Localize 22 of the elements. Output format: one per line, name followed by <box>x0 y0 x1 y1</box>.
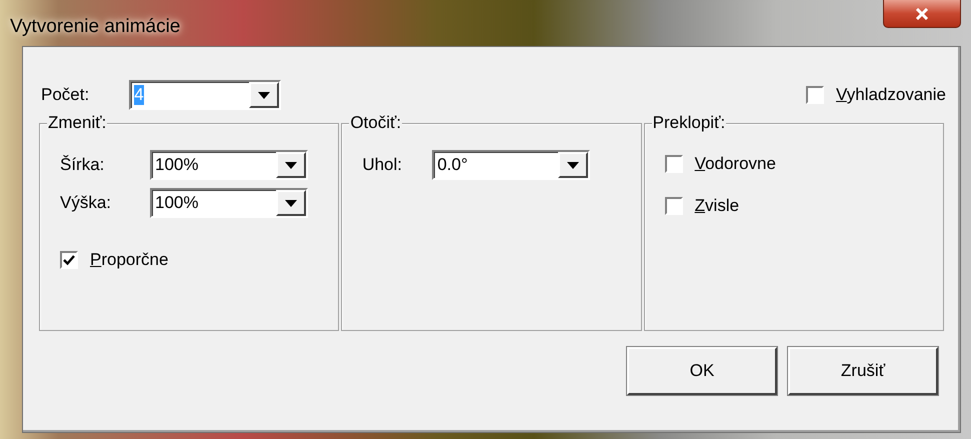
group-title: Preklopiť: <box>652 113 726 133</box>
field-label: Uhol: <box>362 155 404 175</box>
dropdown-field[interactable]: 0.0° <box>432 150 590 180</box>
dropdown-field[interactable]: 100% <box>150 150 308 180</box>
checkbox[interactable]: Proporčne <box>60 250 318 270</box>
dropdown-field[interactable]: 100% <box>150 188 308 218</box>
check-icon <box>63 254 75 266</box>
field-label: Výška: <box>60 193 112 213</box>
close-icon <box>915 8 929 20</box>
dropdown-arrow-icon <box>567 162 580 168</box>
close-button[interactable] <box>883 0 961 28</box>
field-label: Šírka: <box>60 155 106 175</box>
field-label: Počet: <box>41 85 90 105</box>
window-title: Vytvorenie animácie <box>10 16 182 38</box>
cancel-button[interactable]: Zrušiť <box>788 347 938 395</box>
ok-button[interactable]: OK <box>627 347 777 395</box>
dropdown-arrow-icon <box>285 162 297 168</box>
dropdown-arrow-icon <box>258 92 270 98</box>
checkbox[interactable]: Vyhladzovanie <box>806 85 946 105</box>
checkbox[interactable]: Zvisle <box>664 196 923 216</box>
checkbox[interactable]: Vodorovne <box>664 154 923 174</box>
dropdown-arrow-icon <box>285 200 297 206</box>
